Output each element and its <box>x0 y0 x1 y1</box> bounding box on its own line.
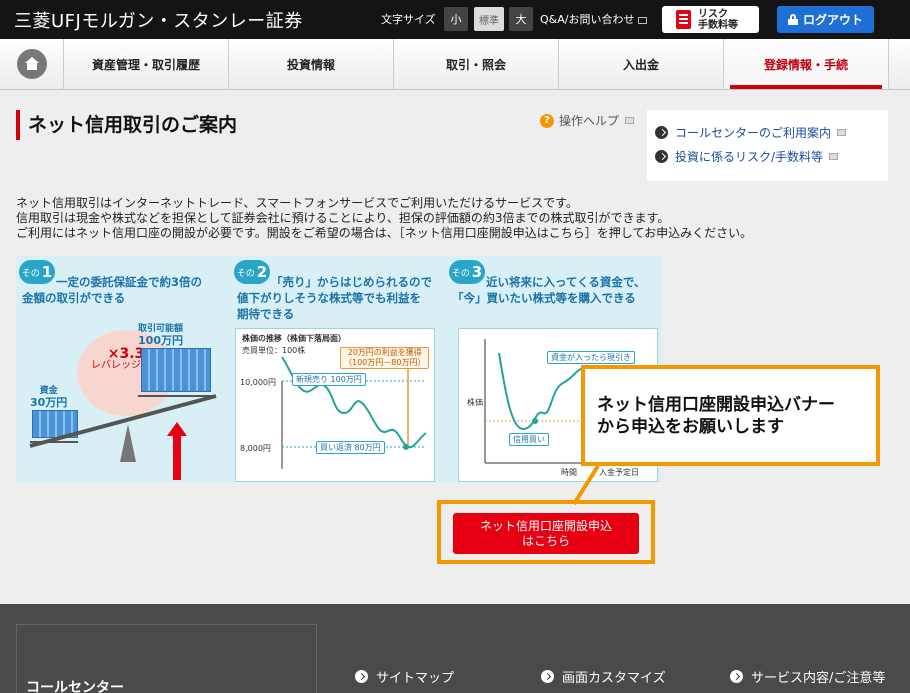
arrow-right-icon <box>730 670 743 683</box>
call-center-guide-link[interactable]: コールセンターのご利用案内 <box>655 124 847 141</box>
feature-text: 「売り」からはじめられるので 値下がりしそうな株式等でも利益を 期待できる <box>237 274 432 322</box>
footer-link-service-notes[interactable]: サービス内容/ご注意等 <box>730 667 885 686</box>
new-window-icon <box>625 117 635 124</box>
price-line-chart <box>281 356 427 469</box>
arrow-right-icon <box>355 670 368 683</box>
logout-label: ログアウト <box>802 13 863 27</box>
question-icon: ? <box>540 113 554 128</box>
nav-item-deposit-withdraw[interactable]: 入出金 <box>559 39 724 89</box>
margin-trading-infographic: その 1 一定の委託保証金で約3倍の 金額の取引ができる ×3.3 レバレッジ効果 … <box>16 256 661 482</box>
open-account-line: はこちら <box>521 533 570 548</box>
price-chart-card: 株価の推移（株価下落局面） 売買単位：100株 20万円の利益を獲得 （100万円… <box>235 328 435 482</box>
font-size-standard-button[interactable]: 標準 <box>474 7 504 31</box>
footer-link-sitemap[interactable]: サイトマップ <box>355 667 454 686</box>
lock-icon <box>787 14 798 25</box>
brand-logo[interactable]: 三菱UFJモルガン・スタンレー証券 <box>14 7 303 33</box>
feature-line: 値下がりしそうな株式等でも利益を <box>237 291 421 305</box>
up-arrow-icon <box>167 422 187 480</box>
nav-item-assets[interactable]: 資産管理・取引履歴 <box>64 39 229 89</box>
call-center-title: コールセンター <box>26 680 124 693</box>
nav-item-trade[interactable]: 取引・照会 <box>394 39 559 89</box>
font-size-label: 文字サイズ <box>381 13 436 26</box>
service-notes-label: サービス内容/ご注意等 <box>751 671 886 686</box>
risk-fee-link-label: 投資に係るリスク/手数料等 <box>675 150 824 164</box>
customize-label: 画面カスタマイズ <box>562 671 666 686</box>
page-title: ネット信用取引のご案内 <box>28 114 238 136</box>
callout-text: ネット信用口座開設申込バナー から申込をお願いします <box>597 394 835 438</box>
buyback-tag: 買い返済 80万円 <box>316 441 385 454</box>
font-size-small-button[interactable]: 小 <box>444 7 468 31</box>
call-center-guide-label: コールセンターのご利用案内 <box>675 126 832 140</box>
callout-line: ネット信用口座開設申込バナー <box>597 395 835 415</box>
description-text: ネット信用取引はインターネットトレード、スマートフォンサービスでご利用いただける… <box>16 196 752 241</box>
nav-home-button[interactable] <box>0 39 64 89</box>
title-accent-bar <box>16 110 20 140</box>
risk-label-line2: 手数料等 <box>698 19 738 31</box>
seesaw-graphic <box>29 394 217 462</box>
nav-item-registration[interactable]: 登録情報・手続 <box>724 39 889 89</box>
feature-line: 近い将来に入ってくる資金で、 <box>486 275 646 289</box>
new-window-icon <box>829 153 839 160</box>
cash-delivery-tag: 資金が入ったら現引き <box>547 351 635 364</box>
feature-panel-2: その 2 「売り」からはじめられるので 値下がりしそうな株式等でも利益を 期待でき… <box>231 256 446 482</box>
new-window-icon <box>638 16 648 24</box>
new-sell-tag: 新規売り 100万円 <box>292 373 366 386</box>
description-line: ご利用にはネット信用口座の開設が必要です。開設をご希望の場合は、［ネット信用口座… <box>16 226 753 240</box>
operation-help-link[interactable]: ? 操作ヘルプ <box>540 112 635 129</box>
arrow-right-icon <box>541 670 554 683</box>
risk-label-line1: リスク <box>698 8 728 20</box>
font-size-large-button[interactable]: 大 <box>509 7 533 31</box>
open-margin-account-button[interactable]: ネット信用口座開設申込 はこちら <box>453 513 639 554</box>
arrow-right-icon <box>655 126 668 139</box>
footer: コールセンター サイトマップ 画面カスタマイズ サービス内容/ご注意等 <box>0 604 910 693</box>
feature-panel-1: その 1 一定の委託保証金で約3倍の 金額の取引ができる ×3.3 レバレッジ効果 … <box>16 256 231 482</box>
description-line: ネット信用取引はインターネットトレード、スマートフォンサービスでご利用いただける… <box>16 196 578 210</box>
feature-line: 期待できる <box>237 307 295 321</box>
risk-fee-button[interactable]: リスク 手数料等 <box>662 6 759 33</box>
feature-line: 「今」買いたい株式等を購入できる <box>452 291 636 305</box>
qa-contact-link[interactable]: Q&A/お問い合わせ <box>540 11 648 27</box>
risk-fee-link[interactable]: 投資に係るリスク/手数料等 <box>655 148 839 165</box>
open-account-line: ネット信用口座開設申込 <box>479 518 612 533</box>
risk-fee-label: リスク 手数料等 <box>698 9 738 31</box>
top-header: 三菱UFJモルガン・スタンレー証券 文字サイズ 小 標準 大 Q&A/お問い合わ… <box>0 0 910 39</box>
global-nav: 資産管理・取引履歴 投資情報 取引・照会 入出金 登録情報・手続 <box>0 39 910 90</box>
feature-line: 「売り」からはじめられるので <box>271 275 432 289</box>
home-icon <box>16 49 47 79</box>
credit-buy-tag: 信用買い <box>509 433 549 446</box>
new-window-icon <box>837 129 847 136</box>
description-line: 信用取引は現金や株式などを担保として証券会社に預けることにより、担保の評価額の約… <box>16 211 670 225</box>
instruction-callout: ネット信用口座開設申込バナー から申込をお願いします <box>581 365 880 466</box>
sitemap-label: サイトマップ <box>376 671 455 686</box>
operation-help-label: 操作ヘルプ <box>559 114 620 128</box>
arrow-right-icon <box>655 150 668 163</box>
open-account-label: ネット信用口座開設申込 はこちら <box>480 519 612 549</box>
qa-contact-label: Q&A/お問い合わせ <box>540 13 635 26</box>
side-link-box: コールセンターのご利用案内 投資に係るリスク/手数料等 <box>647 110 888 181</box>
footer-link-customize[interactable]: 画面カスタマイズ <box>541 667 666 686</box>
callout-line: から申込をお願いします <box>597 417 784 437</box>
logout-button[interactable]: ログアウト <box>777 6 874 33</box>
feature-text: 近い将来に入ってくる資金で、 「今」買いたい株式等を購入できる <box>452 274 645 306</box>
nav-item-investment-info[interactable]: 投資情報 <box>229 39 394 89</box>
document-icon <box>676 10 691 29</box>
